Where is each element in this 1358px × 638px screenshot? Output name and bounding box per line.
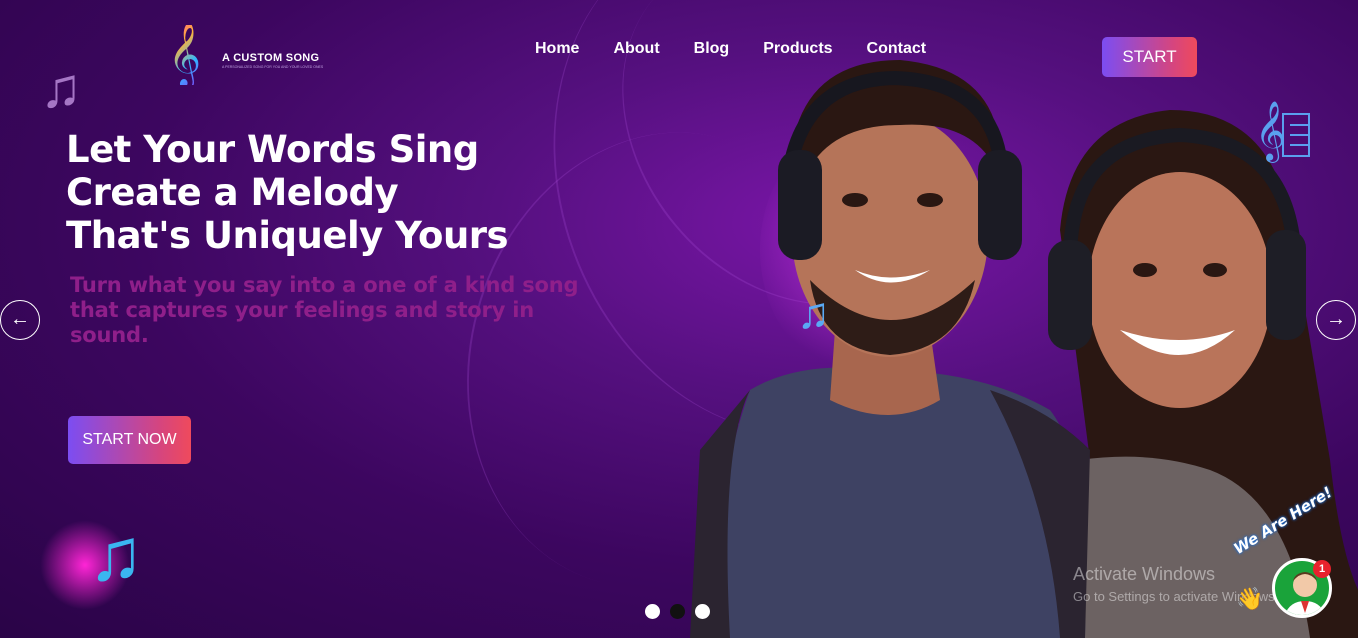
hero-section: ♫ ♫ ♫ 𝄞 𝄞 A CUSTOM SONG A PERSONALIZED S…	[0, 0, 1358, 638]
headline-line: That's Uniquely Yours	[66, 214, 509, 257]
carousel-next-button[interactable]: →	[1316, 300, 1356, 340]
music-sheet-icon	[1282, 113, 1310, 157]
carousel-dots	[645, 604, 710, 619]
hero-headline: Let Your Words Sing Create a Melody That…	[66, 128, 666, 257]
music-note-icon: ♫	[40, 56, 82, 119]
main-nav: Home About Blog Products Contact	[535, 40, 960, 58]
music-note-icon: ♫	[88, 513, 144, 596]
nav-item-contact[interactable]: Contact	[867, 40, 927, 58]
nav-item-products[interactable]: Products	[763, 40, 832, 58]
nav-item-about[interactable]: About	[613, 40, 659, 58]
waving-hand-icon: 👋	[1236, 586, 1264, 611]
chat-notification-badge: 1	[1313, 560, 1331, 578]
headline-line: Let Your Words Sing	[66, 128, 479, 171]
nav-item-blog[interactable]: Blog	[694, 40, 730, 58]
headline-line: Create a Melody	[66, 171, 399, 214]
hero-subline: Turn what you say into a one of a kind s…	[70, 273, 579, 347]
music-note-icon: ♫	[797, 289, 830, 338]
carousel-dot[interactable]	[645, 604, 660, 619]
brand-name: A CUSTOM SONG	[222, 52, 320, 64]
carousel-dot[interactable]	[695, 604, 710, 619]
treble-clef-icon: 𝄞	[168, 22, 202, 87]
brand-logo[interactable]: 𝄞 A CUSTOM SONG A PERSONALIZED SONG FOR …	[168, 25, 328, 89]
start-button[interactable]: START	[1102, 37, 1197, 77]
start-now-button[interactable]: START NOW	[68, 416, 191, 464]
chat-widget[interactable]: We Are Here! 👋 1	[1230, 483, 1358, 638]
carousel-prev-button[interactable]: ←	[0, 300, 40, 340]
brand-tagline: A PERSONALIZED SONG FOR YOU AND YOUR LOV…	[222, 65, 324, 69]
arrow-right-icon: →	[1326, 308, 1346, 330]
nav-item-home[interactable]: Home	[535, 40, 579, 58]
carousel-dot-active[interactable]	[670, 604, 685, 619]
arrow-left-icon: ←	[10, 308, 30, 330]
